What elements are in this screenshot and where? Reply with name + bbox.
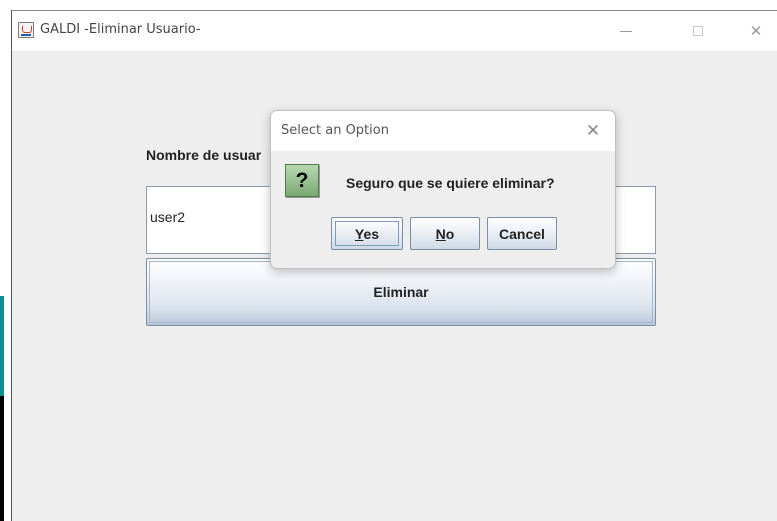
dialog-titlebar[interactable]: Select an Option ✕ bbox=[271, 111, 615, 151]
no-mnemonic: N bbox=[435, 225, 446, 242]
no-button-label: No bbox=[436, 226, 455, 242]
yes-button[interactable]: Yes bbox=[331, 217, 403, 250]
no-label-rest: o bbox=[445, 225, 455, 242]
question-icon: ? bbox=[285, 164, 319, 197]
yes-mnemonic: Y bbox=[354, 225, 364, 242]
cancel-button[interactable]: Cancel bbox=[487, 217, 557, 250]
no-button[interactable]: No bbox=[410, 217, 480, 250]
maximize-icon bbox=[693, 26, 703, 36]
yes-label-rest: es bbox=[363, 225, 380, 242]
close-icon: ✕ bbox=[749, 22, 763, 40]
window-titlebar[interactable]: GALDI -Eliminar Usuario- ✕ bbox=[12, 11, 777, 51]
java-app-icon bbox=[18, 22, 34, 38]
desktop-background bbox=[0, 0, 11, 521]
close-icon: ✕ bbox=[585, 121, 601, 141]
cancel-button-label: Cancel bbox=[499, 225, 545, 242]
delete-button-label: Eliminar bbox=[373, 284, 429, 300]
minimize-icon bbox=[620, 30, 632, 32]
yes-button-label: Yes bbox=[355, 226, 379, 242]
maximize-button[interactable] bbox=[676, 17, 720, 45]
minimize-button[interactable] bbox=[604, 17, 648, 45]
desktop-dark-strip bbox=[0, 396, 4, 521]
window-title: GALDI -Eliminar Usuario- bbox=[40, 22, 201, 37]
username-label: Nombre de usuar bbox=[146, 147, 262, 163]
dialog-message: Seguro que se quiere eliminar? bbox=[346, 175, 555, 191]
dialog-close-button[interactable]: ✕ bbox=[583, 121, 603, 141]
dialog-title: Select an Option bbox=[281, 123, 389, 138]
close-button[interactable]: ✕ bbox=[734, 17, 777, 45]
confirm-dialog: Select an Option ✕ ? Seguro que se quier… bbox=[270, 110, 616, 269]
desktop-teal-strip bbox=[0, 296, 4, 396]
